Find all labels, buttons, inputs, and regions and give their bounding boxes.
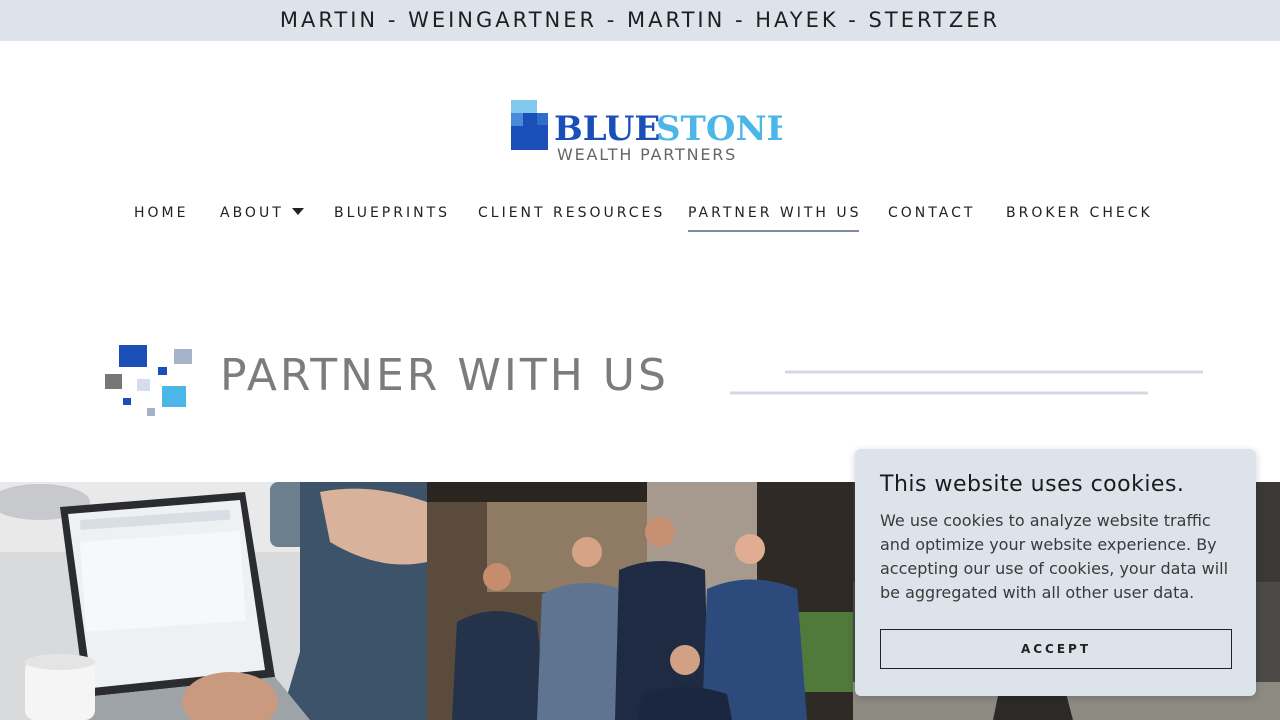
banner-graphic: PARTNER WITH US <box>105 345 1203 416</box>
page-banner: PARTNER WITH US <box>100 336 1210 426</box>
photo-laptop <box>0 482 427 720</box>
logo-subtitle: WEALTH PARTNERS <box>557 145 737 163</box>
nav-about[interactable]: ABOUT <box>220 205 305 221</box>
cookie-consent-dialog: This website uses cookies. We use cookie… <box>855 449 1256 696</box>
squares-logo-icon <box>105 345 192 416</box>
main-navigation: HOME ABOUT BLUEPRINTS CLIENT RESOURCES P… <box>0 200 1280 236</box>
photo-team <box>426 482 854 720</box>
nav-contact[interactable]: CONTACT <box>888 205 975 221</box>
logo-name-part1: BLUE <box>554 109 660 149</box>
nav-home[interactable]: HOME <box>134 205 188 221</box>
nav-broker-check[interactable]: BROKER CHECK <box>1006 205 1153 221</box>
cookie-message: We use cookies to analyze website traffi… <box>880 511 1229 602</box>
nav-blueprints[interactable]: BLUEPRINTS <box>334 205 450 221</box>
cookie-title: This website uses cookies. <box>880 472 1185 497</box>
logo-name-part2: STONE <box>656 109 782 149</box>
nav-partner-with-us[interactable]: PARTNER WITH US <box>688 205 862 232</box>
caret-down-icon <box>292 208 305 215</box>
bluestone-logo-icon: BLUE STONE WEALTH PARTNERS <box>511 100 792 164</box>
site-logo[interactable]: BLUE STONE WEALTH PARTNERS <box>510 99 792 164</box>
nav-about-label: ABOUT <box>220 205 284 221</box>
nav-client-resources[interactable]: CLIENT RESOURCES <box>478 205 665 221</box>
accept-cookies-button[interactable]: ACCEPT <box>880 629 1232 669</box>
partner-names: MARTIN - WEINGARTNER - MARTIN - HAYEK - … <box>279 8 1001 32</box>
top-announcement-bar: MARTIN - WEINGARTNER - MARTIN - HAYEK - … <box>0 0 1280 41</box>
banner-title: PARTNER WITH US <box>220 350 669 401</box>
